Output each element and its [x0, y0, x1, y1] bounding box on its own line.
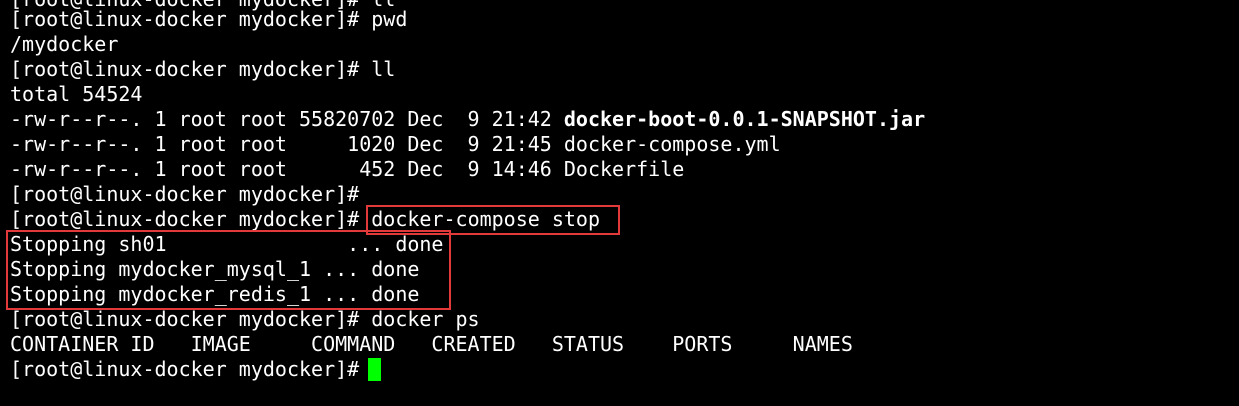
- terminal-line: [root@linux-docker mydocker]# docker ps: [10, 307, 480, 331]
- prompt: [root@linux-docker mydocker]#: [10, 207, 372, 231]
- terminal-line: [root@linux-docker mydocker]# docker-com…: [10, 207, 600, 232]
- file-name: Dockerfile: [563, 157, 685, 181]
- terminal-line: [root@linux-docker mydocker]# pwd: [10, 7, 408, 31]
- highlighted-command: docker-compose stop: [371, 207, 601, 231]
- file-meta: -rw-r--r--. 1 root root 55820702 Dec 9 2…: [10, 107, 564, 131]
- file-name: docker-compose.yml: [563, 132, 781, 156]
- file-name: docker-boot-0.0.1-SNAPSHOT.jar: [563, 107, 926, 131]
- text-cursor: [368, 358, 381, 381]
- file-row: -rw-r--r--. 1 root root 55820702 Dec 9 2…: [10, 107, 925, 132]
- file-meta: -rw-r--r--. 1 root root 1020 Dec 9 21:45: [10, 132, 564, 156]
- file-meta: -rw-r--r--. 1 root root 452 Dec 9 14:46: [10, 157, 564, 181]
- file-row: -rw-r--r--. 1 root root 452 Dec 9 14:46 …: [10, 157, 684, 182]
- terminal-output-line: Stopping sh01 ... done: [10, 232, 444, 256]
- terminal-output-line: Stopping mydocker_mysql_1 ... done: [10, 257, 420, 281]
- file-row: -rw-r--r--. 1 root root 1020 Dec 9 21:45…: [10, 132, 781, 157]
- terminal-line: [root@linux-docker mydocker]#: [10, 357, 372, 381]
- terminal-line: total 54524: [10, 82, 143, 106]
- terminal-line: CONTAINER ID IMAGE COMMAND CREATED STATU…: [10, 332, 853, 356]
- terminal-line: [root@linux-docker mydocker]#: [10, 182, 360, 206]
- terminal-line: /mydocker: [10, 32, 119, 56]
- terminal-output-line: Stopping mydocker_redis_1 ... done: [10, 282, 420, 306]
- terminal-window[interactable]: [root@linux-docker mydocker]# ll [root@l…: [0, 0, 1239, 406]
- terminal-line: [root@linux-docker mydocker]# ll: [10, 57, 396, 81]
